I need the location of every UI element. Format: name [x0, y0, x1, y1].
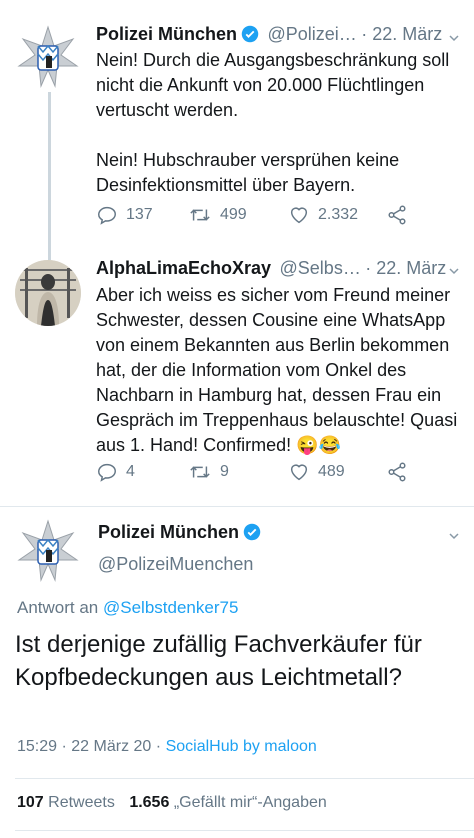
separator: ·: [365, 258, 377, 278]
share-button[interactable]: [386, 461, 408, 483]
reply-button[interactable]: 137: [96, 204, 153, 226]
main-tweet-text: Ist derjenige zufällig Fachverkäufer für…: [15, 631, 422, 691]
avatar-polizei[interactable]: [15, 24, 81, 90]
reply-count: 4: [126, 463, 135, 480]
avatar-polizei[interactable]: [15, 518, 81, 584]
separator: ·: [155, 738, 162, 755]
like-label: „Gefällt mir“-Angaben: [173, 794, 327, 811]
reply-prefix: Antwort an: [17, 598, 99, 617]
divider: [15, 830, 474, 831]
tweet-time: 15:29: [17, 738, 58, 755]
reply-button[interactable]: 4: [96, 461, 135, 483]
share-icon: [388, 462, 406, 482]
thread-line: [48, 92, 51, 260]
share-icon: [388, 205, 406, 225]
tweet2-header: AlphaLimaEchoXray @Selbs… · 22. März: [96, 258, 446, 279]
main-author[interactable]: Polizei München: [98, 522, 261, 543]
author-handle[interactable]: @Selbs…: [280, 258, 361, 278]
like-icon: [290, 464, 308, 481]
chevron-down-icon[interactable]: [449, 33, 459, 43]
likes-stat[interactable]: 1.656 „Gefällt mir“-Angaben: [129, 794, 326, 811]
like-icon: [290, 207, 308, 224]
police-star-icon: [15, 518, 81, 584]
reply-to-link[interactable]: @Selbstdenker75: [103, 598, 238, 617]
retweet-button[interactable]: 9: [188, 461, 229, 483]
tweet-text: Aber ich weiss es sicher vom Freund mein…: [96, 285, 458, 455]
retweet-total: 107: [17, 794, 44, 811]
reply-count: 137: [126, 206, 153, 223]
like-button[interactable]: 2.332: [288, 204, 358, 226]
retweet-icon: [190, 209, 210, 221]
tweet-meta: 15:29 · 22 März 20 · SocialHub by maloon: [17, 738, 317, 756]
chevron-down-icon[interactable]: [449, 266, 459, 276]
reply-context: Antwort an @Selbstdenker75: [17, 598, 238, 618]
verified-icon: [243, 523, 261, 541]
divider: [0, 506, 474, 507]
avatar-photo: [15, 260, 81, 326]
like-total: 1.656: [129, 794, 170, 811]
police-star-icon: [15, 24, 81, 90]
like-count: 489: [318, 463, 345, 480]
divider: [15, 778, 474, 779]
tweet1-actions: 137 499 2.332: [96, 204, 466, 230]
tweet-date[interactable]: 22. März: [376, 258, 446, 278]
separator: ·: [361, 24, 373, 44]
separator: ·: [61, 738, 67, 755]
author-name: Polizei München: [98, 522, 240, 542]
retweet-count: 9: [220, 463, 229, 480]
author-handle[interactable]: @PolizeiMuenchen: [98, 554, 253, 575]
tweet-source-link[interactable]: SocialHub by maloon: [166, 738, 317, 755]
share-button[interactable]: [386, 204, 408, 226]
author-name[interactable]: Polizei München: [96, 24, 237, 44]
engagement-stats: 107 Retweets 1.656 „Gefällt mir“-Angaben: [17, 794, 327, 812]
reply-icon: [98, 206, 116, 225]
retweet-button[interactable]: 499: [188, 204, 247, 226]
tweet-text: Nein! Durch die Ausgangsbeschränkung sol…: [96, 50, 450, 195]
retweet-icon: [190, 466, 210, 478]
verified-icon: [241, 25, 259, 43]
tweet-date[interactable]: 22. März: [372, 24, 442, 44]
retweet-label: Retweets: [48, 794, 115, 811]
avatar-alphalima[interactable]: [15, 260, 81, 326]
retweets-stat[interactable]: 107 Retweets: [17, 794, 115, 811]
author-name[interactable]: AlphaLimaEchoXray: [96, 258, 271, 278]
chevron-down-icon[interactable]: [449, 531, 459, 541]
like-button[interactable]: 489: [288, 461, 345, 483]
reply-icon: [98, 463, 116, 482]
tweet1-header: Polizei München @Polizei… · 22. März: [96, 24, 442, 45]
tweet2-actions: 4 9 489: [96, 461, 466, 487]
like-count: 2.332: [318, 206, 359, 223]
tweet-date[interactable]: 22 März 20: [71, 738, 151, 755]
retweet-count: 499: [220, 206, 247, 223]
author-handle[interactable]: @Polizei…: [267, 24, 356, 44]
